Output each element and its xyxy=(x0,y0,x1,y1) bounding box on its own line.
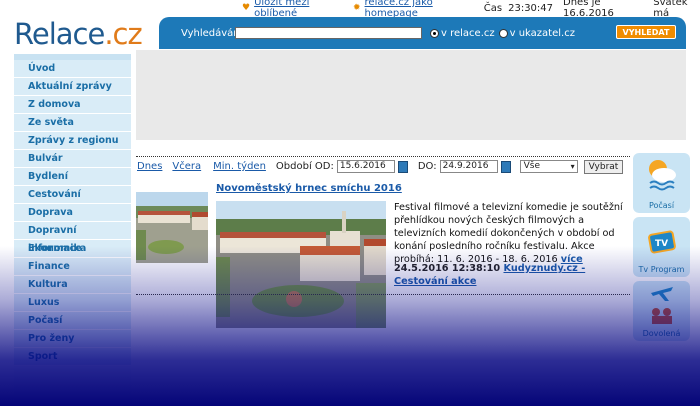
vacation-label: Dovolená xyxy=(642,329,681,338)
date-to-input[interactable]: 24.9.2016 xyxy=(439,160,511,173)
plane-icon xyxy=(650,287,673,301)
article-image[interactable] xyxy=(216,201,386,328)
sidebar-item-bulvar[interactable]: Bulvár xyxy=(14,150,131,168)
sidebar-item-sport[interactable]: Sport xyxy=(14,348,131,366)
calendar-icon[interactable] xyxy=(500,161,511,173)
sidebar-item-bydleni[interactable]: Bydlení xyxy=(14,168,131,186)
right-column: Počasí TV Tv Program Dovolená xyxy=(633,153,690,406)
period-from-label: Období OD: xyxy=(275,161,334,172)
radio-relace-label: v relace.cz xyxy=(441,27,495,39)
weather-label: Počasí xyxy=(648,201,675,210)
vacation-widget[interactable]: Dovolená xyxy=(633,281,690,341)
date-from-value: 15.6.2016 xyxy=(339,161,386,171)
sidebar-item-uvod[interactable]: Úvod xyxy=(14,60,131,78)
sidebar-item-luxus[interactable]: Luxus xyxy=(14,294,131,312)
tv-icon: TV xyxy=(647,230,676,254)
time-value: 23:30:47 xyxy=(508,2,554,14)
search-label: Vyhledávání xyxy=(181,27,243,39)
sidebar-item-finance[interactable]: Finance xyxy=(14,258,131,276)
article-title-link[interactable]: Novoměstský hrnec smíchu 2016 xyxy=(216,183,402,194)
site-logo[interactable]: Relace.cz xyxy=(14,17,143,51)
sidebar: Úvod Aktuální zprávy Z domova Ze světa Z… xyxy=(14,54,131,406)
logo-tld: .cz xyxy=(104,17,142,51)
category-select[interactable]: Vše ▾ xyxy=(519,160,578,173)
tv-program-widget[interactable]: TV Tv Program xyxy=(633,217,690,277)
category-select-value: Vše xyxy=(523,161,541,171)
to-label: DO: xyxy=(417,161,437,172)
article-body: Festival filmové a televizní komedie je … xyxy=(394,201,630,266)
search-bar: Vyhledávání v relace.cz v ukazatel.cz VY… xyxy=(159,17,686,49)
search-button[interactable]: VYHLEDAT xyxy=(616,25,676,39)
date-filter-bar: Dnes Včera Min. týden Období OD: 15.6.20… xyxy=(136,156,630,176)
submit-filter-button[interactable]: Vybrat xyxy=(583,159,624,174)
tv-program-label: Tv Program xyxy=(638,265,685,274)
search-input[interactable] xyxy=(235,27,422,39)
weather-icon xyxy=(648,160,676,191)
date-from-input[interactable]: 15.6.2016 xyxy=(336,160,408,173)
sidebar-item-pro-zeny[interactable]: Pro ženy xyxy=(14,330,131,348)
svg-text:TV: TV xyxy=(655,239,668,249)
sidebar-item-pocasi[interactable]: Počasí xyxy=(14,312,131,330)
sidebar-item-doprava[interactable]: Doprava xyxy=(14,204,131,222)
logo-text: Relace xyxy=(14,17,105,51)
sidebar-item-zpravy-z-regionu[interactable]: Zprávy z regionu xyxy=(14,132,131,150)
article-thumbnail-small[interactable] xyxy=(136,192,208,263)
ad-banner xyxy=(136,50,686,140)
sidebar-item-aktualni-zpravy[interactable]: Aktuální zprávy xyxy=(14,78,131,96)
radio-ukazatel[interactable] xyxy=(498,28,508,38)
filter-yesterday-link[interactable]: Včera xyxy=(172,161,201,172)
calendar-icon[interactable] xyxy=(397,161,408,173)
date-to-value: 24.9.2016 xyxy=(442,161,489,171)
vacation-icon xyxy=(651,308,672,324)
article-timestamp: 24.5.2016 12:38:10 xyxy=(394,263,501,274)
article-body-text: Festival filmové a televizní komedie je … xyxy=(394,202,623,265)
radio-ukazatel-label: v ukazatel.cz xyxy=(509,27,575,39)
section-divider xyxy=(136,294,630,295)
article-meta: 24.5.2016 12:38:10 Kudyznudy.cz - Cestov… xyxy=(394,262,630,288)
sidebar-item-dopravni-informace[interactable]: Dopravní informace xyxy=(14,222,131,254)
radio-relace[interactable] xyxy=(430,28,439,38)
sidebar-item-kultura[interactable]: Kultura xyxy=(14,276,131,294)
weather-widget[interactable]: Počasí xyxy=(633,153,690,213)
filter-last-week-link[interactable]: Min. týden xyxy=(213,161,266,172)
top-bar: ♥ Uložit mezi oblíbené ✹ relace.cz jako … xyxy=(0,0,700,19)
filter-today-link[interactable]: Dnes xyxy=(137,161,162,172)
chevron-down-icon: ▾ xyxy=(570,162,575,171)
home-icon: ✹ xyxy=(352,3,361,13)
sidebar-item-ekonomika[interactable]: Ekonomika xyxy=(14,240,131,258)
heart-icon: ♥ xyxy=(242,3,251,13)
time-label: Čas xyxy=(483,2,503,14)
sidebar-item-cestovani[interactable]: Cestování xyxy=(14,186,131,204)
sidebar-item-ze-sveta[interactable]: Ze světa xyxy=(14,114,131,132)
sidebar-item-z-domova[interactable]: Z domova xyxy=(14,96,131,114)
